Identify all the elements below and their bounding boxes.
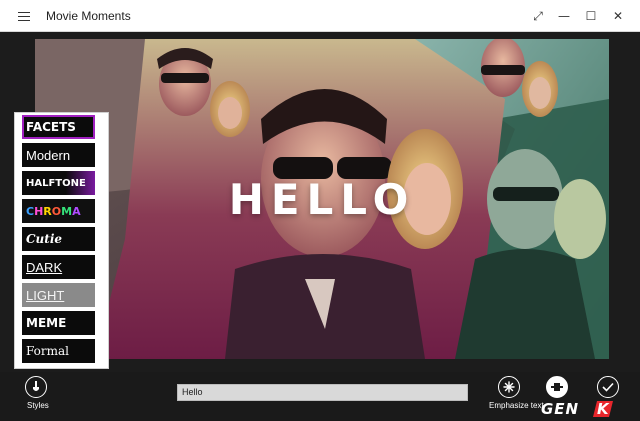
genk-logo: GEN K bbox=[537, 400, 633, 418]
styles-list: FACETS Modern HALFTONE CHROMA Cutie DARK… bbox=[22, 115, 105, 367]
style-item-label: Formal bbox=[26, 344, 70, 358]
check-icon bbox=[602, 382, 614, 392]
style-item-label: HALFTONE bbox=[26, 177, 86, 189]
text-position-button[interactable] bbox=[546, 376, 568, 398]
close-icon[interactable]: ✕ bbox=[604, 0, 632, 32]
app-window: Movie Moments ⤢ — ☐ ✕ HELLO FACETS Moder… bbox=[0, 0, 640, 421]
style-item-facets[interactable]: FACETS bbox=[22, 115, 95, 139]
app-title: Movie Moments bbox=[46, 9, 131, 23]
style-item-dark[interactable]: DARK bbox=[22, 255, 95, 279]
expand-icon[interactable]: ⤢ bbox=[524, 0, 552, 32]
style-item-halftone[interactable]: HALFTONE bbox=[22, 171, 95, 195]
brush-icon bbox=[33, 381, 39, 391]
style-item-cutie[interactable]: Cutie bbox=[22, 227, 95, 251]
svg-text:K: K bbox=[597, 400, 610, 418]
styles-panel: FACETS Modern HALFTONE CHROMA Cutie DARK… bbox=[14, 112, 109, 369]
maximize-icon[interactable]: ☐ bbox=[577, 0, 605, 32]
overlay-text: HELLO bbox=[228, 175, 416, 224]
genk-logo-graphic: GEN K bbox=[541, 400, 613, 418]
title-bar: Movie Moments ⤢ — ☐ ✕ bbox=[0, 0, 640, 32]
styles-button[interactable] bbox=[25, 376, 47, 398]
emphasize-text-button[interactable] bbox=[498, 376, 520, 398]
text-input[interactable]: Hello bbox=[177, 384, 468, 401]
style-item-label: CHROMA bbox=[26, 204, 81, 218]
styles-button-label: Styles bbox=[27, 401, 49, 410]
minimize-icon[interactable]: — bbox=[550, 0, 578, 32]
style-item-label: Cutie bbox=[26, 232, 63, 246]
video-preview[interactable]: HELLO bbox=[35, 39, 609, 359]
style-item-label: FACETS bbox=[26, 120, 76, 134]
text-position-icon bbox=[551, 383, 563, 391]
style-item-label: DARK bbox=[26, 259, 63, 275]
hamburger-icon[interactable] bbox=[18, 12, 30, 21]
sparkle-icon bbox=[503, 381, 515, 393]
style-item-light[interactable]: LIGHT bbox=[22, 283, 95, 307]
svg-text:GEN: GEN bbox=[541, 400, 579, 418]
style-item-label: Modern bbox=[26, 147, 71, 163]
done-button[interactable] bbox=[597, 376, 619, 398]
style-item-label: MEME bbox=[26, 316, 67, 330]
emphasize-text-label: Emphasize text bbox=[489, 401, 544, 410]
style-item-formal[interactable]: Formal bbox=[22, 339, 95, 363]
style-item-meme[interactable]: MEME bbox=[22, 311, 95, 335]
style-item-chroma[interactable]: CHROMA bbox=[22, 199, 95, 223]
style-item-label: LIGHT bbox=[26, 287, 65, 303]
style-item-modern[interactable]: Modern bbox=[22, 143, 95, 167]
